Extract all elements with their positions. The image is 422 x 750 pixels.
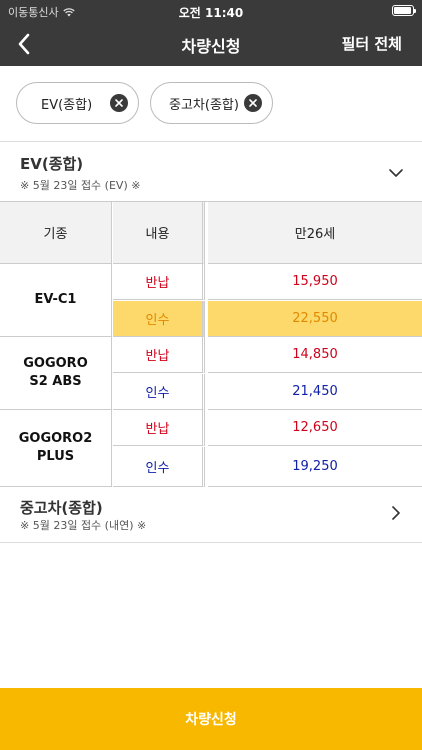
price-cell[interactable]: 12,650 <box>208 410 422 446</box>
price-cell[interactable]: 21,450 <box>208 374 422 410</box>
header-age: 만26세 <box>208 202 422 264</box>
header-model: 기종 <box>0 202 112 264</box>
status-time: 오전 11:40 <box>178 6 244 20</box>
type-cell[interactable]: 반납 <box>113 264 205 300</box>
type-cell[interactable]: 반납 <box>113 410 205 446</box>
nav-bar: 차량신청 필터 전체 <box>0 22 422 66</box>
section-used-car-header[interactable]: 중고차(종합) ※ 5월 23일 접수 (내연) ※ <box>0 487 422 543</box>
chip-used-car[interactable]: 중고차(종합) <box>150 82 273 124</box>
section-subtitle: ※ 5월 23일 접수 (EV) ※ <box>20 179 141 192</box>
section-title: EV(종합) <box>20 155 84 173</box>
battery-icon <box>392 5 416 16</box>
model-cell: EV-C1 <box>0 264 112 337</box>
filter-chips: EV(종합) 중고차(종합) <box>0 66 422 142</box>
top-bar: 이동통신사 오전 11:40 차량신청 필터 전체 <box>0 0 422 66</box>
model-cell: GOGORO2 PLUS <box>0 410 112 487</box>
section-title: 중고차(종합) <box>20 499 103 517</box>
price-cell[interactable]: 19,250 <box>208 447 422 487</box>
price-cell[interactable]: 14,850 <box>208 337 422 373</box>
apply-vehicle-button[interactable]: 차량신청 <box>0 688 422 750</box>
chevron-right-icon <box>392 506 400 520</box>
price-cell-selected[interactable]: 22,550 <box>208 301 422 337</box>
model-cell: GOGORO S2 ABS <box>0 337 112 410</box>
price-cell[interactable]: 15,950 <box>208 264 422 300</box>
back-button[interactable] <box>10 28 42 60</box>
section-ev-header[interactable]: EV(종합) ※ 5월 23일 접수 (EV) ※ <box>0 143 422 202</box>
type-cell[interactable]: 인수 <box>113 374 205 410</box>
status-bar: 이동통신사 오전 11:40 <box>0 0 422 22</box>
type-cell-selected[interactable]: 인수 <box>113 301 205 337</box>
chip-label: 중고차(종합) <box>169 97 239 113</box>
close-icon[interactable] <box>110 94 128 112</box>
section-subtitle: ※ 5월 23일 접수 (내연) ※ <box>20 519 147 532</box>
chip-ev[interactable]: EV(종합) <box>16 82 139 124</box>
type-cell[interactable]: 반납 <box>113 337 205 373</box>
chevron-down-icon <box>389 169 403 177</box>
type-cell[interactable]: 인수 <box>113 447 205 487</box>
chevron-left-icon <box>18 33 30 55</box>
header-type: 내용 <box>113 202 205 264</box>
close-icon[interactable] <box>244 94 262 112</box>
filter-all-button[interactable]: 필터 전체 <box>342 33 402 54</box>
chip-label: EV(종합) <box>41 97 93 113</box>
price-table: 기종 내용 만26세 EV-C1 반납 15,950 인수 22,550 GOG… <box>0 202 422 487</box>
